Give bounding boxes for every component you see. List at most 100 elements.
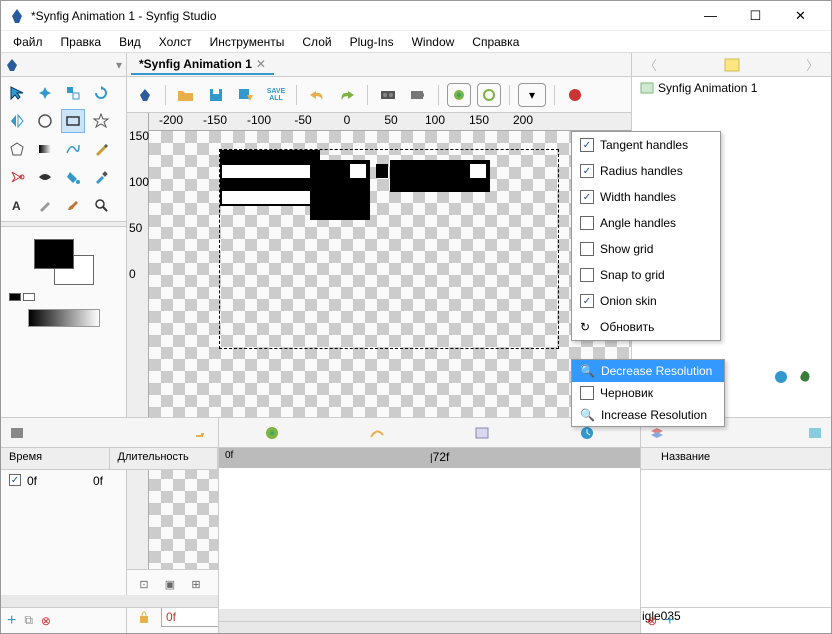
layers-panel: Название ⊗ +: [641, 418, 831, 633]
menu-file[interactable]: Файл: [5, 33, 51, 51]
document-tab[interactable]: *Synfig Animation 1 ✕: [131, 55, 274, 75]
del-layer-icon[interactable]: ⊗: [647, 614, 657, 628]
timetrack-panel: 0f |72f: [219, 418, 641, 633]
nav-next-icon[interactable]: 〉: [800, 55, 825, 74]
curves-tab-icon[interactable]: [369, 425, 385, 441]
saveall-button[interactable]: SAVE ALL: [264, 83, 288, 107]
draft-checkbox: [580, 386, 594, 400]
options-dropdown-button[interactable]: ▾: [518, 83, 546, 107]
titlebar: *Synfig Animation 1 - Synfig Studio — ☐ …: [1, 1, 831, 31]
rectangle-layer-1[interactable]: [310, 160, 370, 220]
col-time[interactable]: Время: [1, 448, 110, 469]
keyframes-tab-icon[interactable]: [9, 426, 25, 440]
layers-list[interactable]: [641, 470, 831, 607]
menu-plugins[interactable]: Plug-Ins: [342, 33, 402, 51]
cutout-tool[interactable]: [5, 165, 29, 189]
smooth-move-tool[interactable]: [33, 81, 57, 105]
zoom-tool[interactable]: [89, 193, 113, 217]
transform-tool[interactable]: [5, 81, 29, 105]
menu-window[interactable]: Window: [404, 33, 463, 51]
onion-next-button[interactable]: [477, 83, 501, 107]
params-tab2-icon[interactable]: [264, 425, 280, 441]
menu-canvas[interactable]: Холст: [151, 33, 200, 51]
scale-tool[interactable]: [61, 81, 85, 105]
menubar: Файл Правка Вид Холст Инструменты Слой P…: [1, 31, 831, 53]
menu-help[interactable]: Справка: [464, 33, 527, 51]
nav-prev-icon[interactable]: 〈: [638, 55, 663, 74]
menu-view[interactable]: Вид: [111, 33, 149, 51]
maximize-button[interactable]: ☐: [733, 2, 778, 30]
angle-handles-check[interactable]: Angle handles: [572, 210, 720, 236]
canvas-icon: [640, 82, 654, 94]
refresh-icon: ↻: [580, 320, 594, 334]
polygon-tool[interactable]: [5, 137, 29, 161]
col-duration[interactable]: Длительность: [110, 448, 219, 469]
snap-grid-check[interactable]: Snap to grid: [572, 262, 720, 288]
gradient-swatch[interactable]: [28, 309, 100, 327]
panel-menu-icon[interactable]: ▾: [116, 58, 122, 72]
synfig-tab-icon[interactable]: [5, 58, 19, 72]
minimize-button[interactable]: —: [688, 2, 733, 30]
onion-prev-button[interactable]: [447, 83, 471, 107]
brush-tool[interactable]: [61, 193, 85, 217]
rectangle-layer-3[interactable]: [220, 150, 320, 206]
undo-button[interactable]: [305, 83, 329, 107]
saveas-button[interactable]: [234, 83, 258, 107]
timetrack-tab-icon[interactable]: [474, 425, 490, 441]
mirror-tool[interactable]: [5, 109, 29, 133]
preview-button[interactable]: [406, 83, 430, 107]
add-kf-icon[interactable]: +: [7, 612, 16, 630]
refresh-item[interactable]: ↻Обновить: [572, 314, 720, 340]
show-grid-check[interactable]: Show grid: [572, 236, 720, 262]
spline-tool[interactable]: [61, 137, 85, 161]
tangent-handles-check[interactable]: ✓Tangent handles: [572, 132, 720, 158]
render-button[interactable]: [376, 83, 400, 107]
nav-file-entry[interactable]: Synfig Animation 1: [632, 77, 831, 99]
eyedrop-tool[interactable]: [89, 165, 113, 189]
save-button[interactable]: [204, 83, 228, 107]
layers-tab-icon[interactable]: [649, 426, 665, 440]
star-tool[interactable]: [89, 109, 113, 133]
key-tab-icon[interactable]: [194, 426, 210, 440]
col-name[interactable]: Название: [641, 448, 831, 470]
menu-layer[interactable]: Слой: [294, 33, 339, 51]
children-tab-icon[interactable]: [797, 369, 813, 385]
redo-button[interactable]: [335, 83, 359, 107]
close-tab-icon[interactable]: ✕: [256, 57, 266, 71]
default-black-swatch[interactable]: [9, 293, 21, 301]
decrease-resolution-item[interactable]: 🔍 Decrease Resolution: [572, 360, 724, 382]
dup-kf-icon[interactable]: ⧉: [24, 613, 33, 628]
sets-tab-icon[interactable]: [807, 426, 823, 440]
timetrack-area[interactable]: [219, 468, 640, 609]
width-tool[interactable]: [33, 165, 57, 189]
gradient-tool[interactable]: [33, 137, 57, 161]
onion-skin-check[interactable]: ✓Onion skin: [572, 288, 720, 314]
sketch-tool[interactable]: [33, 193, 57, 217]
record-button[interactable]: [563, 83, 587, 107]
radius-handles-check[interactable]: ✓Radius handles: [572, 158, 720, 184]
add-layer-icon[interactable]: +: [665, 612, 674, 630]
close-button[interactable]: ✕: [778, 2, 823, 30]
width-handles-check[interactable]: ✓Width handles: [572, 184, 720, 210]
params-tab-icon[interactable]: [773, 369, 789, 385]
rectangle-tool[interactable]: [61, 109, 85, 133]
rectangle-layer-2[interactable]: [390, 160, 490, 192]
circle-tool[interactable]: [33, 109, 57, 133]
draft-item[interactable]: Черновик: [572, 382, 724, 404]
canvas-menu-icon[interactable]: [133, 83, 157, 107]
text-tool[interactable]: A: [5, 193, 29, 217]
menu-edit[interactable]: Правка: [53, 33, 110, 51]
nav-tab-icon[interactable]: [724, 58, 740, 72]
del-kf-icon[interactable]: ⊗: [41, 614, 51, 628]
keyframe-row[interactable]: ✓ 0f 0f: [1, 470, 218, 492]
fill-tool[interactable]: [61, 165, 85, 189]
open-button[interactable]: [174, 83, 198, 107]
fill-color-swatch[interactable]: [34, 239, 74, 269]
draw-tool[interactable]: [89, 137, 113, 161]
increase-resolution-item[interactable]: 🔍 Increase Resolution: [572, 404, 724, 426]
rotate-tool[interactable]: [89, 81, 113, 105]
default-white-swatch[interactable]: [23, 293, 35, 301]
timeline-ruler[interactable]: 0f |72f: [219, 448, 640, 468]
zoom-in-icon: 🔍: [580, 408, 595, 422]
menu-tools[interactable]: Инструменты: [202, 33, 293, 51]
